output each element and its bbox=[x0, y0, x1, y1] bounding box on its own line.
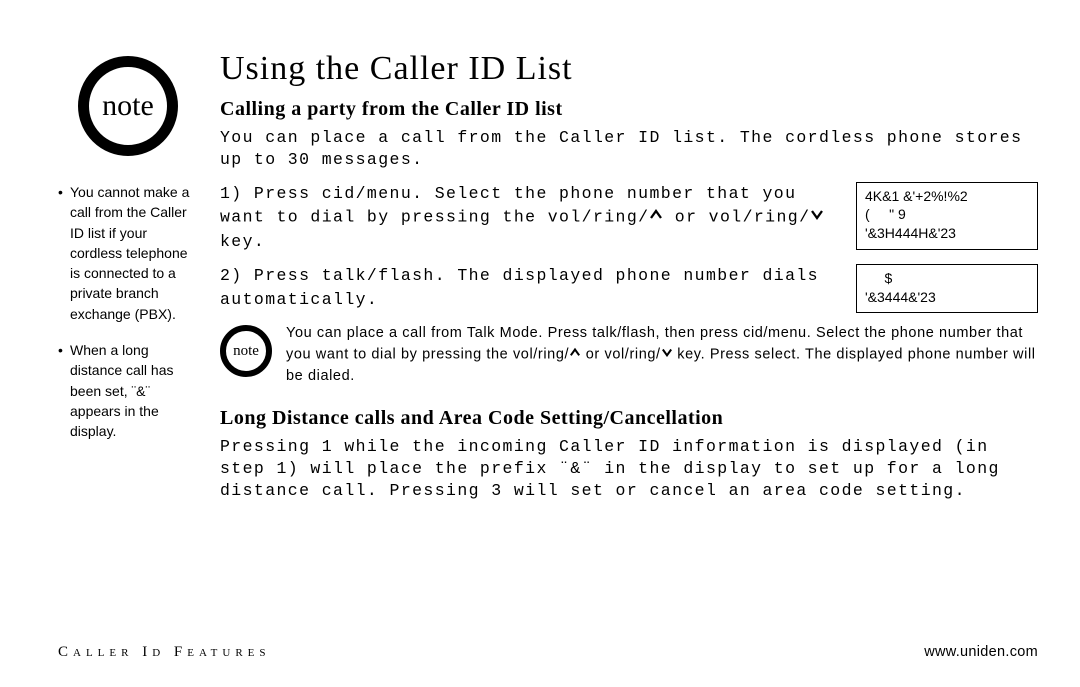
intro-paragraph: You can place a call from the Caller ID … bbox=[220, 127, 1038, 172]
page-title: Using the Caller ID List bbox=[220, 50, 1038, 88]
manual-page: note You cannot make a call from the Cal… bbox=[0, 0, 1080, 687]
inline-note-text-b: or vol/ring/ bbox=[581, 347, 661, 363]
down-arrow-icon bbox=[661, 343, 673, 364]
footer-url: www.uniden.com bbox=[924, 644, 1038, 661]
step-2-text: 2) Press talk/flash. The displayed phone… bbox=[220, 264, 856, 312]
page-footer: Caller Id Features www.uniden.com bbox=[58, 644, 1038, 661]
sidebar-bullet: When a long distance call has been set, … bbox=[58, 340, 198, 441]
note-circle-small-icon: note bbox=[220, 325, 272, 377]
note-circle-icon: note bbox=[78, 56, 178, 156]
sidebar-notes: note You cannot make a call from the Cal… bbox=[58, 50, 198, 513]
note-circle-small-label: note bbox=[233, 343, 259, 360]
sidebar-bullet-list: You cannot make a call from the Caller I… bbox=[58, 182, 198, 442]
step-row-2: 2) Press talk/flash. The displayed phone… bbox=[220, 264, 1038, 314]
display-code-box-2: $ '&3444&'23 bbox=[856, 264, 1038, 314]
note-circle-label: note bbox=[102, 89, 154, 123]
up-arrow-icon bbox=[649, 204, 663, 228]
down-arrow-icon bbox=[810, 204, 824, 228]
step-1-text: 1) Press cid/menu. Select the phone numb… bbox=[220, 182, 856, 254]
step-1-text-c: key. bbox=[220, 232, 265, 251]
inline-note-text: You can place a call from Talk Mode. Pre… bbox=[286, 323, 1038, 386]
section2-paragraph: Pressing 1 while the incoming Caller ID … bbox=[220, 436, 1038, 503]
content-row: note You cannot make a call from the Cal… bbox=[58, 50, 1038, 513]
up-arrow-icon bbox=[569, 343, 581, 364]
step-1-text-b: or vol/ring/ bbox=[663, 208, 810, 227]
section-heading-long-distance: Long Distance calls and Area Code Settin… bbox=[220, 407, 1038, 430]
step-row-1: 1) Press cid/menu. Select the phone numb… bbox=[220, 182, 1038, 254]
footer-section-label: Caller Id Features bbox=[58, 644, 271, 661]
main-content: Using the Caller ID List Calling a party… bbox=[220, 50, 1038, 513]
sidebar-bullet: You cannot make a call from the Caller I… bbox=[58, 182, 198, 324]
display-code-box-1: 4K&1 &'+2%!%2 ( " 9 '&3H444H&'23 bbox=[856, 182, 1038, 251]
inline-note-block: note You can place a call from Talk Mode… bbox=[220, 323, 1038, 386]
section-heading-calling: Calling a party from the Caller ID list bbox=[220, 98, 1038, 121]
